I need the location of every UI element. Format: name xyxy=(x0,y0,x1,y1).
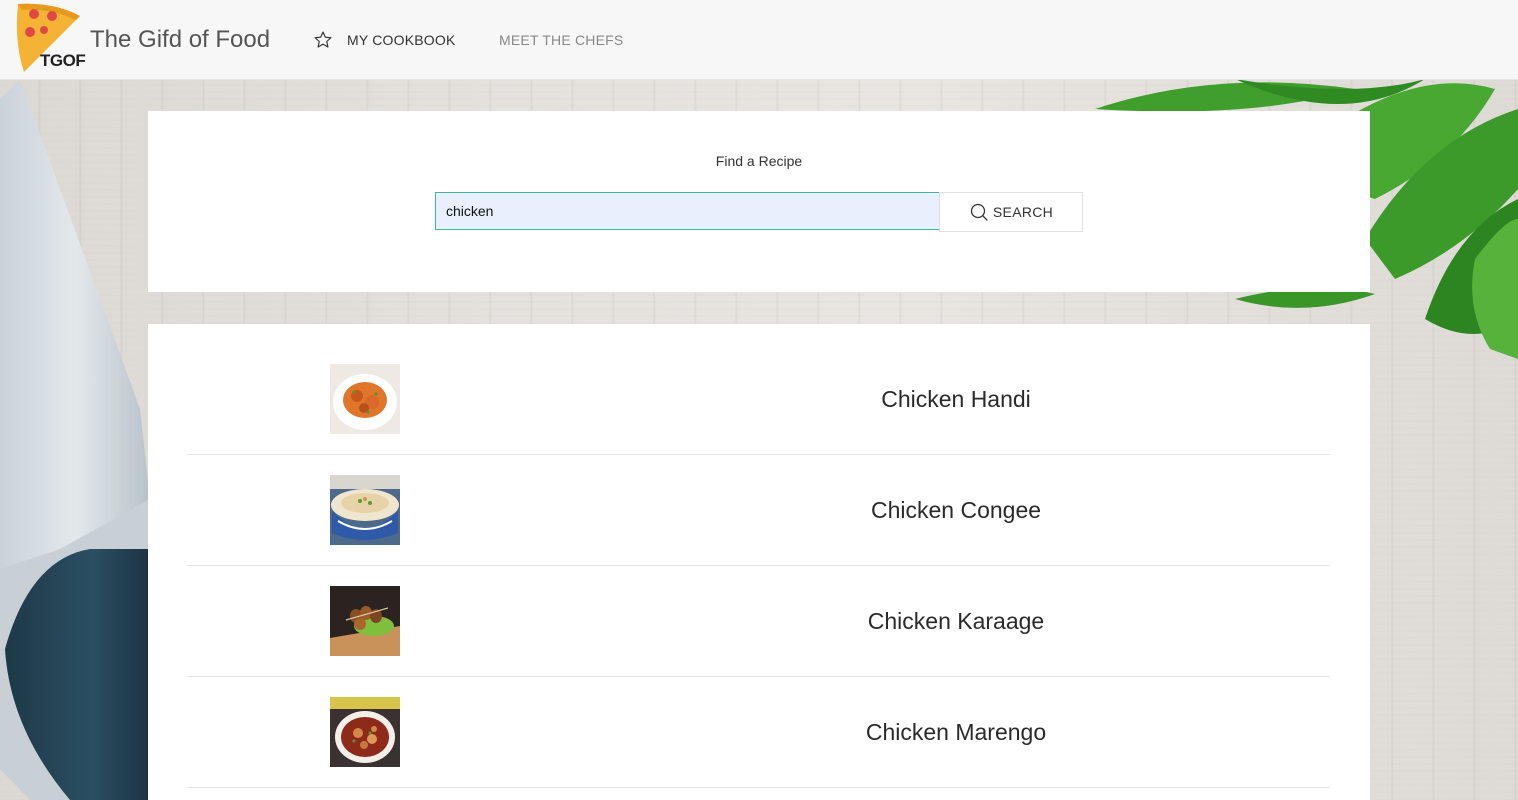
nav-meet-the-chefs[interactable]: MEET THE CHEFS xyxy=(499,32,623,48)
chicken-handi-photo[interactable] xyxy=(330,364,400,434)
chicken-congee-photo[interactable] xyxy=(330,475,400,545)
find-recipe-title: Find a Recipe xyxy=(715,153,803,169)
recipe-name[interactable]: Chicken Congee xyxy=(667,455,1245,565)
recipe-name[interactable]: Chicken Marengo xyxy=(667,677,1245,787)
logo-text: TGOF xyxy=(40,51,86,70)
result-row-chicken-handi[interactable]: Chicken Handi xyxy=(187,344,1330,455)
result-list: Chicken Handi Chicken Congee Chicken Kar… xyxy=(187,344,1330,788)
magnifier-icon xyxy=(970,203,988,221)
search-input[interactable] xyxy=(435,192,944,230)
results-panel: Chicken Handi Chicken Congee Chicken Kar… xyxy=(148,324,1370,800)
recipe-name[interactable]: Chicken Karaage xyxy=(667,566,1245,676)
chicken-karaage-photo[interactable] xyxy=(330,586,400,656)
result-row-chicken-marengo[interactable]: Chicken Marengo xyxy=(187,677,1330,788)
search-button-label: SEARCH xyxy=(992,204,1054,220)
brand-title[interactable]: The Gifd of Food xyxy=(90,26,270,54)
result-row-chicken-congee[interactable]: Chicken Congee xyxy=(187,455,1330,566)
recipe-name[interactable]: Chicken Handi xyxy=(667,344,1245,454)
nav-my-cookbook-label: MY COOKBOOK xyxy=(347,32,456,48)
search-button[interactable]: SEARCH xyxy=(939,192,1083,232)
search-panel: Find a Recipe SEARCH xyxy=(148,111,1370,292)
knife-decoration xyxy=(0,79,150,800)
nav-my-cookbook[interactable]: MY COOKBOOK xyxy=(313,30,456,50)
star-outline-icon xyxy=(314,31,332,48)
result-row-chicken-karaage[interactable]: Chicken Karaage xyxy=(187,566,1330,677)
chicken-marengo-photo[interactable] xyxy=(330,697,400,767)
top-navbar: TGOF The Gifd of Food MY COOKBOOK MEET T… xyxy=(0,0,1518,80)
